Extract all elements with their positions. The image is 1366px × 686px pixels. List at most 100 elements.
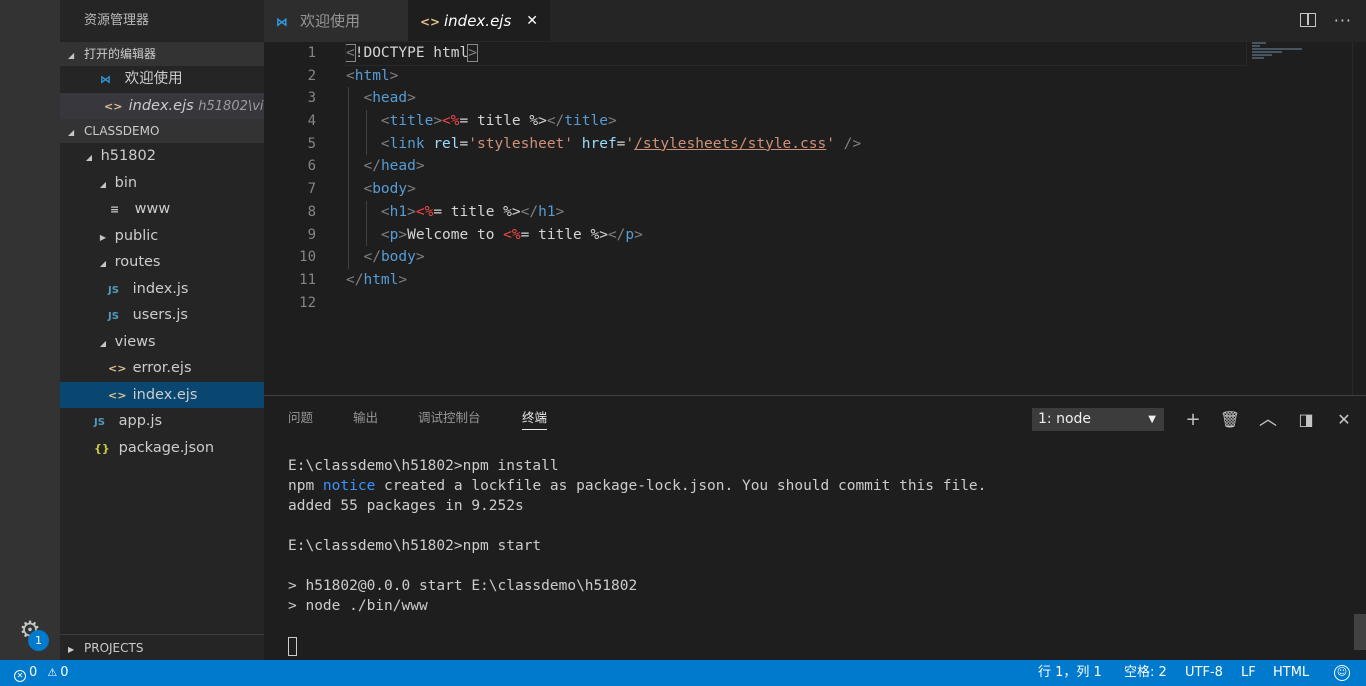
split-editor-icon[interactable] bbox=[1300, 13, 1316, 27]
code-line: </head> bbox=[346, 155, 1246, 179]
line-number-gutter: 1 2 3 4 5 6 7 8 9 10 11 12 bbox=[264, 42, 316, 314]
chevron-up-icon[interactable]: ︿ bbox=[1257, 408, 1279, 432]
ejs-file-icon: <> bbox=[104, 99, 123, 113]
explorer-title: 资源管理器 bbox=[84, 13, 150, 28]
encoding[interactable]: UTF-8 bbox=[1185, 660, 1223, 686]
folder-header[interactable]: ◢ CLASSDEMO bbox=[60, 119, 264, 143]
stylesheet-link[interactable]: /stylesheets/style.css bbox=[634, 136, 826, 152]
code-line: </body> bbox=[346, 246, 1246, 269]
line-number: 12 bbox=[299, 294, 316, 311]
terminal-cursor bbox=[288, 636, 297, 656]
tree-item-index-ejs[interactable]: <> index.ejs bbox=[60, 381, 264, 408]
status-bar: ✕ 0 ⚠ 0 行 1，列 1 空格: 2 UTF-8 LF HTML ☺ bbox=[0, 660, 1366, 686]
terminal-line: added 55 packages in 9.252s bbox=[288, 498, 524, 514]
terminal-line: > node ./bin/www bbox=[288, 598, 428, 614]
plus-icon[interactable]: + bbox=[1182, 408, 1204, 432]
chevron-down-icon: ◢ bbox=[99, 338, 107, 348]
tree-item-public[interactable]: ▶ public bbox=[60, 223, 264, 250]
terminal-line: npm notice created a lockfile as package… bbox=[288, 478, 987, 494]
tree-item-www[interactable]: ≡ www bbox=[60, 196, 264, 223]
js-file-icon: JS bbox=[108, 311, 119, 322]
panel-tabs: 问题 输出 调试控制台 终端 bbox=[264, 396, 964, 440]
caret-down-icon: ▼ bbox=[1148, 414, 1156, 425]
line-number: 10 bbox=[299, 249, 316, 266]
warning-icon: ⚠ bbox=[47, 666, 58, 679]
tab-problems[interactable]: 问题 bbox=[288, 396, 313, 440]
code-line: <title><%= title %></title> bbox=[346, 110, 1246, 133]
line-number: 8 bbox=[307, 203, 316, 220]
open-editor-item-index-ejs[interactable]: <> index.ejs h51802\vi... bbox=[60, 92, 264, 119]
ejs-file-icon: <> bbox=[420, 15, 441, 29]
terminal-line: E:\classdemo\h51802>npm install bbox=[288, 458, 559, 474]
chevron-right-icon: ▶ bbox=[68, 645, 75, 654]
error-icon: ✕ bbox=[14, 670, 26, 682]
close-icon[interactable]: ✕ bbox=[526, 0, 538, 42]
editor-tabs: ⋈ 欢迎使用 <> index.ejs ✕ ··· bbox=[264, 0, 1366, 42]
terminal-output[interactable]: E:\classdemo\h51802>npm install npm noti… bbox=[288, 456, 1348, 656]
end-of-line[interactable]: LF bbox=[1241, 660, 1256, 686]
minimap[interactable] bbox=[1252, 42, 1322, 72]
line-number: 9 bbox=[307, 226, 316, 243]
line-number: 2 bbox=[307, 67, 316, 84]
tree-item-app-js[interactable]: JS app.js bbox=[60, 408, 264, 435]
tree-item-views[interactable]: ◢ views bbox=[60, 329, 264, 356]
bottom-panel: 问题 输出 调试控制台 终端 1: node ▼ + 🗑 ︿ ◨ ✕ E:\cl… bbox=[264, 395, 1366, 660]
code-editor[interactable]: 1 2 3 4 5 6 7 8 9 10 11 12 <!DOCTYPE htm… bbox=[264, 41, 1366, 395]
file-lines-icon: ≡ bbox=[110, 203, 120, 216]
tab-output[interactable]: 输出 bbox=[353, 396, 378, 440]
terminal-line bbox=[288, 636, 1348, 656]
code-line: <body> bbox=[346, 178, 1246, 201]
js-file-icon: JS bbox=[108, 284, 119, 296]
code-lines: <!DOCTYPE html> <html> <head> <title><%=… bbox=[345, 41, 1247, 315]
toggle-panel-icon[interactable]: ◨ bbox=[1295, 408, 1317, 432]
feedback-smiley-icon[interactable]: ☺ bbox=[1334, 665, 1350, 681]
code-line: <h1><%= title %></h1> bbox=[346, 200, 1246, 224]
vscode-icon: ⋈ bbox=[100, 73, 111, 86]
tree-item-error-ejs[interactable]: <> error.ejs bbox=[60, 355, 264, 382]
chevron-down-icon: ◢ bbox=[99, 259, 107, 268]
projects-header[interactable]: ▶ PROJECTS bbox=[60, 634, 264, 660]
ejs-file-icon: <> bbox=[108, 388, 127, 402]
chevron-down-icon: ◢ bbox=[99, 179, 107, 189]
tab-debug-console[interactable]: 调试控制台 bbox=[418, 396, 481, 440]
terminal-select[interactable]: 1: node ▼ bbox=[1032, 408, 1164, 431]
more-actions-icon[interactable]: ··· bbox=[1334, 0, 1352, 42]
close-icon[interactable]: ✕ bbox=[1333, 408, 1355, 432]
tree-item-package-json[interactable]: {} package.json bbox=[60, 435, 264, 462]
line-number: 1 bbox=[307, 45, 316, 61]
tab-terminal[interactable]: 终端 bbox=[522, 396, 548, 440]
line-number: 11 bbox=[299, 271, 316, 288]
settings-badge: 1 bbox=[28, 630, 49, 651]
tab-index-ejs[interactable]: <> index.ejs ✕ bbox=[408, 0, 550, 42]
tree-item-users-js[interactable]: JS users.js bbox=[60, 302, 264, 329]
terminal-scrollbar[interactable] bbox=[1354, 614, 1366, 650]
open-editors-header[interactable]: ◢ 打开的编辑器 bbox=[60, 42, 264, 66]
line-number: 3 bbox=[307, 90, 316, 107]
indentation[interactable]: 空格: 2 bbox=[1124, 660, 1167, 686]
tree-item-h51802[interactable]: ◢ h51802 bbox=[60, 143, 264, 170]
trash-icon[interactable]: 🗑 bbox=[1219, 408, 1241, 432]
chevron-down-icon: ◢ bbox=[85, 153, 93, 162]
activity-bar: ⚙ 1 bbox=[0, 0, 60, 660]
code-line: <html> bbox=[346, 67, 399, 84]
language-mode[interactable]: HTML bbox=[1273, 660, 1309, 686]
editor-scrollbar[interactable] bbox=[1352, 42, 1366, 395]
terminal-line: E:\classdemo\h51802>npm start bbox=[288, 538, 542, 554]
code-line: <head> bbox=[346, 87, 1246, 111]
tree-item-index-js[interactable]: JS index.js bbox=[60, 276, 264, 303]
json-file-icon: {} bbox=[94, 441, 110, 455]
tab-welcome[interactable]: ⋈ 欢迎使用 bbox=[264, 0, 408, 42]
chevron-down-icon: ◢ bbox=[68, 51, 75, 60]
problems-status[interactable]: ✕ 0 ⚠ 0 bbox=[14, 660, 69, 686]
tree-item-bin[interactable]: ◢ bin bbox=[60, 170, 264, 197]
open-editor-item-welcome[interactable]: ⋈ 欢迎使用 bbox=[60, 66, 264, 93]
explorer-sidebar: 资源管理器 ◢ 打开的编辑器 ⋈ 欢迎使用 <> index.ejs h51802… bbox=[60, 0, 264, 660]
vscode-icon: ⋈ bbox=[276, 15, 288, 29]
code-line: <link rel='stylesheet' href='/stylesheet… bbox=[346, 132, 1246, 156]
cursor-position[interactable]: 行 1，列 1 bbox=[1038, 660, 1102, 686]
tree-item-routes[interactable]: ◢ routes bbox=[60, 249, 264, 276]
code-line: <!DOCTYPE html> bbox=[345, 41, 1247, 66]
